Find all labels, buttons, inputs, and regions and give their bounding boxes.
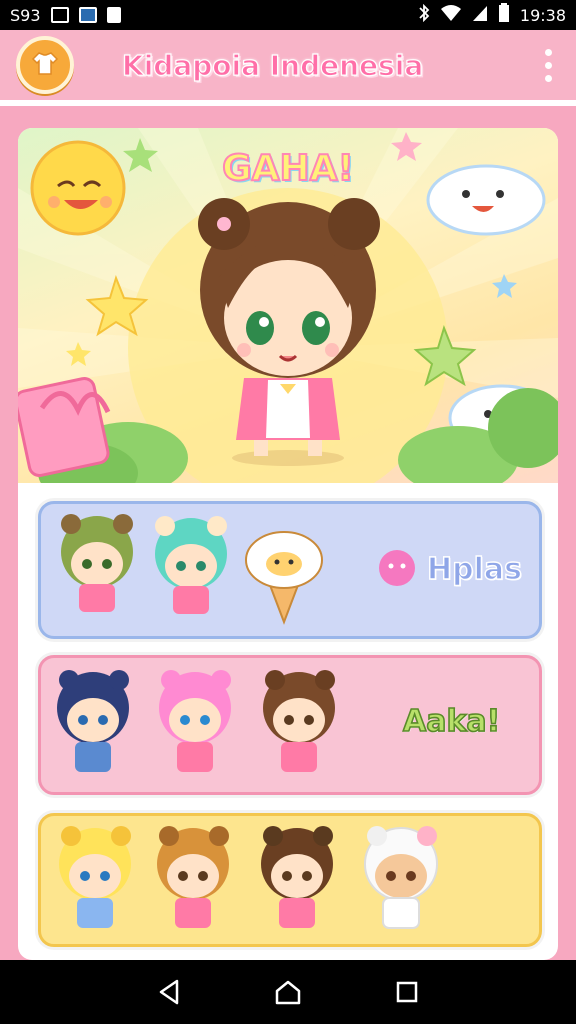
recents-square-icon[interactable] xyxy=(392,977,422,1007)
download-icon xyxy=(106,7,121,23)
chibi-mint-hair xyxy=(155,516,227,614)
chibi-orange-hair xyxy=(157,826,229,928)
ice-cream-icon xyxy=(245,531,323,625)
sun-sticker xyxy=(30,140,126,236)
status-time: 19:38 xyxy=(519,5,566,25)
status-left-text: S93 xyxy=(10,5,41,25)
chibi-brown-hair xyxy=(263,670,335,772)
app-title: Kidapoia Indenesia xyxy=(121,48,424,82)
app-bar: Kidapoia Indenesia xyxy=(0,30,576,106)
cloud-sticker-top xyxy=(426,164,546,236)
more-vert-icon[interactable] xyxy=(536,48,560,82)
gift-sticker xyxy=(18,377,111,478)
header-divider xyxy=(0,112,576,120)
category-card-aaka[interactable]: Aaka! xyxy=(38,655,542,795)
card-label-aaka: Aaka! xyxy=(402,703,501,740)
shirt-icon xyxy=(30,48,60,82)
home-icon[interactable] xyxy=(273,977,303,1007)
card-illustration xyxy=(59,826,438,929)
main-content: GAHA! Hplas Aaka! xyxy=(18,128,558,960)
app-logo-button[interactable] xyxy=(16,36,74,94)
bluetooth-icon xyxy=(418,3,430,26)
chibi-blonde-hair xyxy=(59,826,131,928)
hero-banner[interactable]: GAHA! xyxy=(18,128,558,483)
wifi-icon xyxy=(440,4,462,26)
pink-bunny-icon xyxy=(379,550,415,586)
hero-title: GAHA! xyxy=(221,147,355,190)
status-bar: S93 19:38 xyxy=(0,0,576,30)
app-notification-icon xyxy=(78,7,97,23)
chibi-pink-hair xyxy=(159,670,231,772)
category-card-hplas[interactable]: Hplas xyxy=(38,501,542,639)
card-label-hplas: Hplas xyxy=(426,551,522,587)
signal-icon xyxy=(472,4,488,26)
chibi-darkbrown-hair xyxy=(261,826,333,928)
category-card-yellow[interactable] xyxy=(38,813,542,947)
back-triangle-icon[interactable] xyxy=(154,977,184,1007)
chibi-navy-hair xyxy=(57,670,129,772)
notification-icon xyxy=(50,7,69,23)
android-nav-bar xyxy=(0,960,576,1024)
chibi-green-hair xyxy=(61,514,133,612)
battery-icon xyxy=(498,3,510,27)
chibi-white-hair xyxy=(364,826,438,929)
